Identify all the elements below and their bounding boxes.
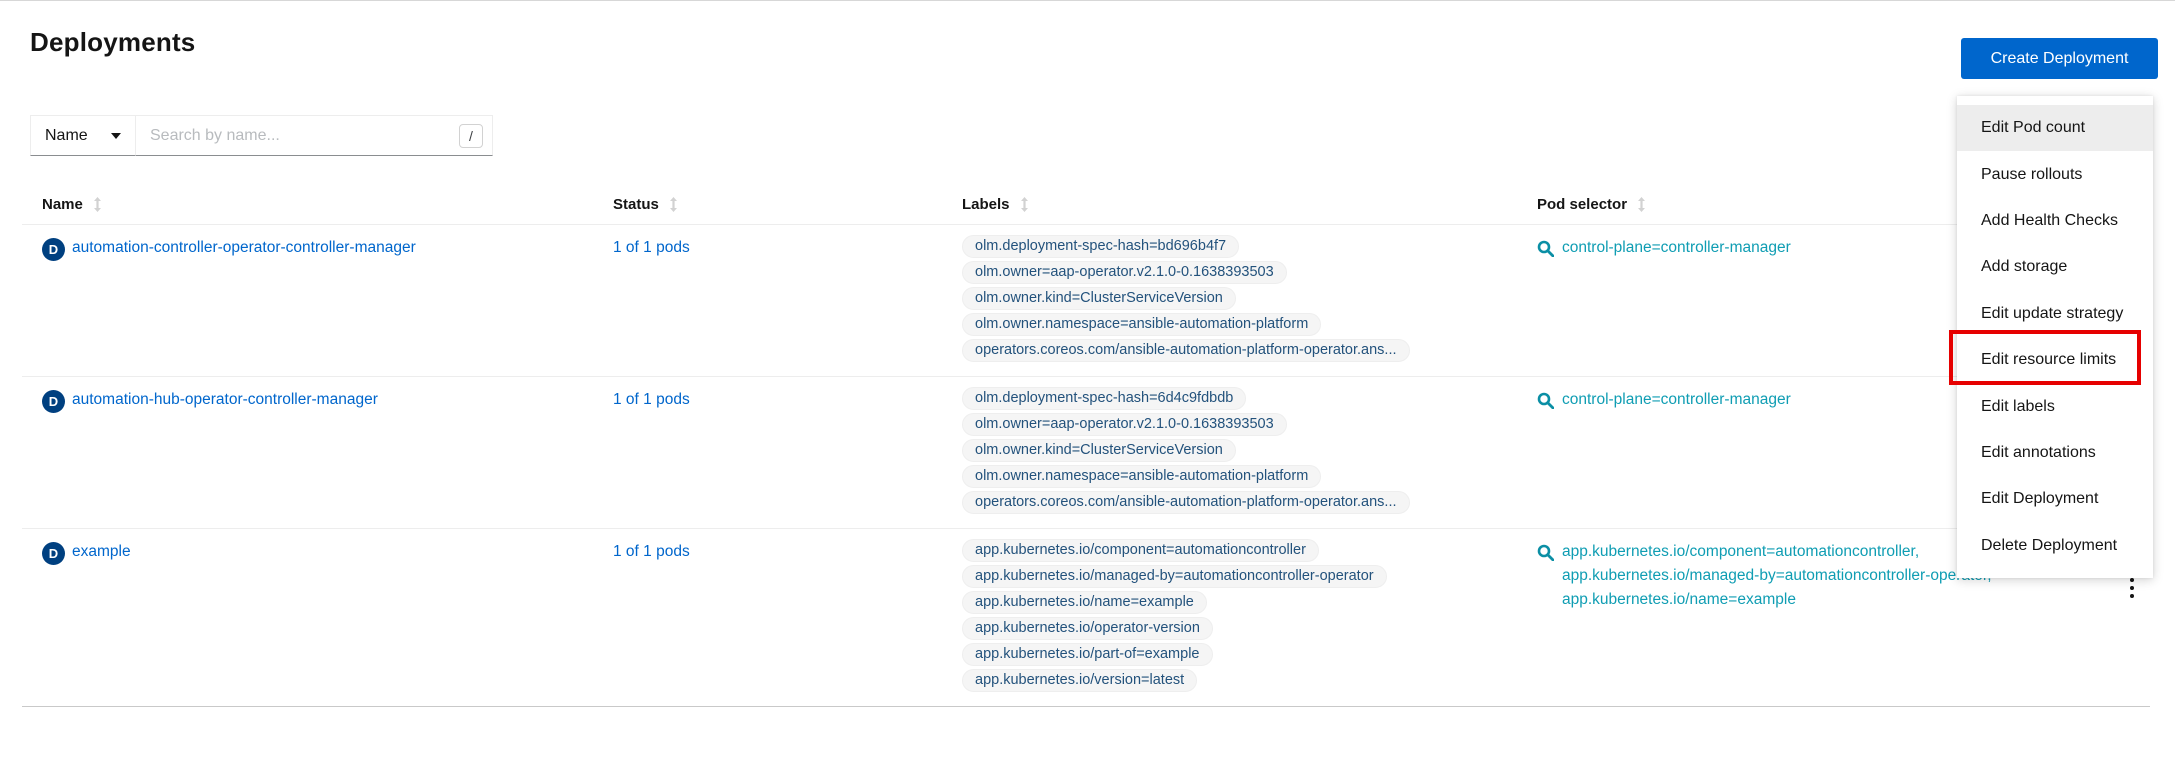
pod-selector-link[interactable]: app.kubernetes.io/component=automationco…	[1562, 543, 1992, 561]
table-row: D example 1 of 1 pods app.kubernetes.io/…	[22, 529, 2150, 707]
label-pill[interactable]: olm.owner.namespace=ansible-automation-p…	[962, 313, 1321, 336]
menu-item-edit-labels[interactable]: Edit labels	[1957, 383, 2153, 429]
menu-item-edit-pod-count[interactable]: Edit Pod count	[1957, 105, 2153, 151]
menu-item-edit-resource-limits[interactable]: Edit resource limits	[1957, 337, 2153, 383]
deployment-resource-badge: D	[42, 542, 65, 565]
label-pill[interactable]: app.kubernetes.io/managed-by=automationc…	[962, 565, 1387, 588]
menu-item-pause-rollouts[interactable]: Pause rollouts	[1957, 151, 2153, 197]
label-pill[interactable]: app.kubernetes.io/component=automationco…	[962, 539, 1319, 562]
sort-by-labels[interactable]: Labels	[962, 196, 1029, 213]
pod-status-link[interactable]: 1 of 1 pods	[613, 543, 690, 560]
label-pill[interactable]: operators.coreos.com/ansible-automation-…	[962, 339, 1410, 362]
sort-by-name[interactable]: Name	[42, 196, 102, 213]
deployment-actions-menu: Edit Pod count Pause rollouts Add Health…	[1957, 96, 2153, 578]
label-pill[interactable]: app.kubernetes.io/operator-version	[962, 617, 1213, 640]
table-row: D automation-controller-operator-control…	[22, 225, 2150, 377]
deployment-name-link[interactable]: automation-hub-operator-controller-manag…	[72, 391, 378, 409]
label-pill[interactable]: olm.owner=aap-operator.v2.1.0-0.16383935…	[962, 261, 1287, 284]
label-pill[interactable]: app.kubernetes.io/version=latest	[962, 669, 1197, 692]
caret-down-icon	[111, 133, 121, 139]
menu-item-delete-deployment[interactable]: Delete Deployment	[1957, 523, 2153, 569]
deployment-name-link[interactable]: automation-controller-operator-controlle…	[72, 239, 416, 257]
filter-toolbar: Name /	[30, 115, 493, 156]
label-pill[interactable]: olm.owner.kind=ClusterServiceVersion	[962, 439, 1236, 462]
name-cell: D automation-hub-operator-controller-man…	[22, 391, 613, 514]
labels-cell: olm.deployment-spec-hash=6d4c9fdbdb olm.…	[962, 391, 1537, 514]
column-header-name: Name	[22, 196, 613, 213]
pod-status-link[interactable]: 1 of 1 pods	[613, 239, 690, 256]
pod-selector-link[interactable]: control-plane=controller-manager	[1562, 391, 1791, 409]
filter-type-dropdown[interactable]: Name	[30, 115, 136, 156]
label-pill[interactable]: olm.deployment-spec-hash=bd696b4f7	[962, 235, 1239, 258]
slash-shortcut-badge: /	[459, 124, 483, 148]
label-pill[interactable]: app.kubernetes.io/part-of=example	[962, 643, 1213, 666]
create-deployment-button[interactable]: Create Deployment	[1961, 38, 2158, 79]
deployment-resource-badge: D	[42, 390, 65, 413]
sort-icon[interactable]	[93, 197, 102, 212]
labels-cell: olm.deployment-spec-hash=bd696b4f7 olm.o…	[962, 239, 1537, 362]
search-icon	[1537, 240, 1554, 262]
deployments-table: Name Status Labels	[22, 185, 2150, 707]
deployment-resource-badge: D	[42, 238, 65, 261]
page-title: Deployments	[30, 27, 195, 58]
table-row: D automation-hub-operator-controller-man…	[22, 377, 2150, 529]
pod-selector-link[interactable]: control-plane=controller-manager	[1562, 239, 1791, 257]
label-pill[interactable]: olm.deployment-spec-hash=6d4c9fdbdb	[962, 387, 1246, 410]
label-pill[interactable]: olm.owner=aap-operator.v2.1.0-0.16383935…	[962, 413, 1287, 436]
search-icon	[1537, 392, 1554, 414]
name-cell: D example	[22, 543, 613, 692]
column-header-labels: Labels	[962, 196, 1537, 213]
sort-by-status[interactable]: Status	[613, 196, 678, 213]
label-pill[interactable]: olm.owner.kind=ClusterServiceVersion	[962, 287, 1236, 310]
table-header-row: Name Status Labels	[22, 185, 2150, 225]
label-pill[interactable]: app.kubernetes.io/name=example	[962, 591, 1207, 614]
sort-by-pod-selector[interactable]: Pod selector	[1537, 196, 1646, 213]
pod-selector-link[interactable]: app.kubernetes.io/name=example	[1562, 591, 1992, 609]
search-icon	[1537, 544, 1554, 566]
deployment-name-link[interactable]: example	[72, 543, 131, 561]
search-input[interactable]	[136, 115, 493, 156]
labels-cell: app.kubernetes.io/component=automationco…	[962, 543, 1537, 692]
label-pill[interactable]: olm.owner.namespace=ansible-automation-p…	[962, 465, 1321, 488]
column-header-status: Status	[613, 196, 962, 213]
menu-item-edit-update-strategy[interactable]: Edit update strategy	[1957, 291, 2153, 337]
filter-type-label: Name	[45, 127, 88, 145]
sort-icon[interactable]	[1020, 197, 1029, 212]
menu-item-add-health-checks[interactable]: Add Health Checks	[1957, 198, 2153, 244]
pod-status-link[interactable]: 1 of 1 pods	[613, 391, 690, 408]
pod-selector-link[interactable]: app.kubernetes.io/managed-by=automationc…	[1562, 567, 1992, 585]
status-cell: 1 of 1 pods	[613, 391, 962, 514]
label-pill[interactable]: operators.coreos.com/ansible-automation-…	[962, 491, 1410, 514]
sort-icon[interactable]	[669, 197, 678, 212]
sort-icon[interactable]	[1637, 197, 1646, 212]
deployments-page: Deployments Create Deployment Name / Nam…	[0, 0, 2175, 765]
status-cell: 1 of 1 pods	[613, 239, 962, 362]
menu-item-edit-deployment[interactable]: Edit Deployment	[1957, 476, 2153, 522]
menu-item-add-storage[interactable]: Add storage	[1957, 244, 2153, 290]
name-cell: D automation-controller-operator-control…	[22, 239, 613, 362]
status-cell: 1 of 1 pods	[613, 543, 962, 692]
search-wrap: /	[136, 115, 493, 156]
menu-item-edit-annotations[interactable]: Edit annotations	[1957, 430, 2153, 476]
